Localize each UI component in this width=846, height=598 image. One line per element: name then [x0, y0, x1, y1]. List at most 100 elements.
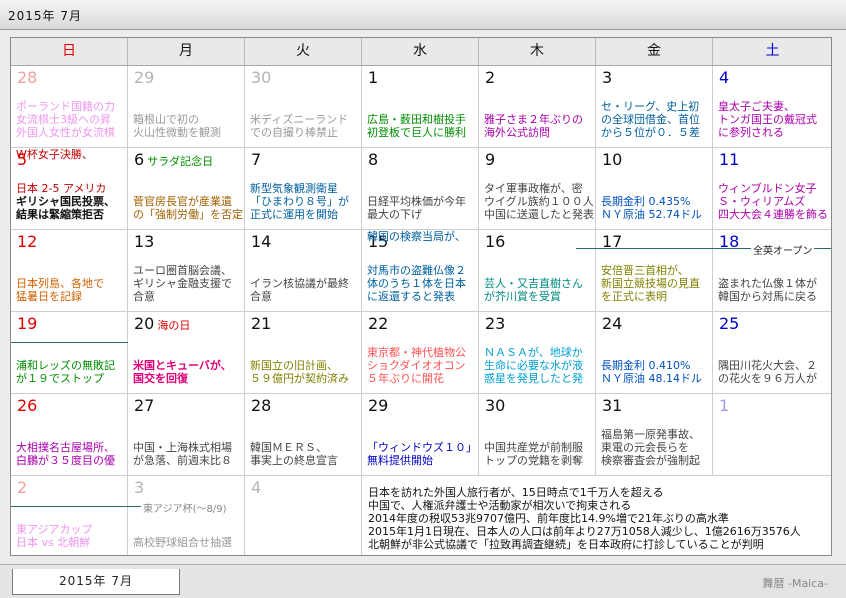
day-number: 28: [251, 396, 271, 416]
day-number-text: 28: [251, 396, 272, 415]
day-number-text: 6: [134, 150, 145, 169]
event-text: 合意: [250, 290, 272, 303]
day-number: 9: [485, 150, 495, 170]
day-number: 18: [719, 232, 739, 252]
day-number: 17: [602, 232, 622, 252]
day-cell[interactable]: 22 東京都・神代植物公 ショクダイオオコン ５年ぶりに開花: [362, 312, 479, 394]
event-text: 高校野球組合せ抽選: [133, 536, 232, 549]
day-cell[interactable]: 12 日本列島、各地で 猛暑日を記録: [11, 230, 128, 312]
event-text: 体のうち１体を日本: [367, 277, 466, 290]
day-cell[interactable]: 30 米ディズニーランド での自撮り棒禁止: [245, 66, 362, 148]
day-number-text: 19: [17, 314, 38, 333]
day-cell[interactable]: 2 雅子さま２年ぶりの 海外公式訪問: [479, 66, 596, 148]
event-text: 最大の下げ: [367, 208, 422, 221]
day-cell[interactable]: 21 新国立の旧計画、 ５９億円が契約済み: [245, 312, 362, 394]
event-text: 盗まれた仏像１体が: [718, 277, 817, 290]
day-number: 21: [251, 314, 271, 334]
event-text: 長期金利 0.410%: [601, 359, 691, 372]
day-cell[interactable]: 29 箱根山で初の 火山性微動を観測: [128, 66, 245, 148]
event-text: 韓国ＭＥＲＳ、: [250, 441, 327, 454]
day-number: 25: [719, 314, 739, 334]
day-number-text: 8: [368, 150, 379, 169]
day-cell[interactable]: 27 中国・上海株式相場 が急落、前週末比８: [128, 394, 245, 476]
day-number: 19: [17, 314, 37, 334]
day-number-text: 21: [251, 314, 272, 333]
day-cell[interactable]: 26 大相撲名古屋場所、 白鵬が３５度目の優: [11, 394, 128, 476]
day-cell[interactable]: 23 ＮＡＳＡが、地球か 生命に必要な水が液 惑星を発見したと発: [479, 312, 596, 394]
event-text: での自撮り棒禁止: [250, 126, 338, 139]
weekday-header: 木: [479, 38, 596, 66]
day-cell[interactable]: 9 タイ軍事政権が、密 ウイグル族約１００人 中国に送還したと発表: [479, 148, 596, 230]
day-cell[interactable]: 24 長期金利 0.410% ＮＹ原油 48.14ドル: [596, 312, 713, 394]
day-cell[interactable]: 6 サラダ記念日 菅官房長官が産業遺 の「強制労働」を否定: [128, 148, 245, 230]
day-cell[interactable]: 4 皇太子ご夫妻、 トンガ国王の戴冠式 に参列される: [713, 66, 831, 148]
event-text: ショクダイオオコン: [367, 359, 466, 372]
day-number: 6 サラダ記念日: [134, 150, 213, 172]
event-text: 中国に送還したと発表: [484, 208, 594, 221]
day-cell[interactable]: 8 日経平均株価が今年 最大の下げ: [362, 148, 479, 230]
day-cell[interactable]: 30 中国共産党が前制服 トップの党籍を剥奪: [479, 394, 596, 476]
event-span-label: 東アジア杯(～8/9): [141, 500, 229, 515]
event-text: から５位が０．５差: [601, 126, 700, 139]
event-text: 雅子さま２年ぶりの: [484, 113, 583, 126]
day-number-text: 31: [602, 396, 623, 415]
event-text: W杯女子決勝、: [16, 148, 93, 161]
weekday-header: 水: [362, 38, 479, 66]
day-cell[interactable]: 13 ユーロ圏首脳会議、 ギリシャ金融支援で 合意: [128, 230, 245, 312]
event-text: が芥川賞を受賞: [484, 290, 561, 303]
event-text: 浦和レッズの無敗記: [16, 359, 115, 372]
event-text: 皇太子ご夫妻、: [718, 100, 795, 113]
event-text: 合意: [133, 290, 155, 303]
news-item: 中国で、人権派弁護士や活動家が相次いで拘束される: [368, 499, 632, 512]
day-cell[interactable]: 11 ウィンブルドン女子 Ｓ・ウィリアムズ 四大大会４連勝を飾る: [713, 148, 831, 230]
day-cell[interactable]: 16 芸人・又吉直樹さん が芥川賞を受賞: [479, 230, 596, 312]
day-cell[interactable]: 25 隅田川花火大会、２ の花火を９６万人が: [713, 312, 831, 394]
day-cell[interactable]: 3 高校野球組合せ抽選: [128, 476, 245, 555]
event-text: 中国・上海株式相場: [133, 441, 232, 454]
event-text: セ・リーグ、史上初: [601, 100, 700, 113]
event-text: の全球団借金、首位: [601, 113, 700, 126]
day-number: 24: [602, 314, 622, 334]
day-cell[interactable]: 19 浦和レッズの無敗記 が１９でストップ: [11, 312, 128, 394]
day-cell[interactable]: 4: [245, 476, 362, 555]
day-number: 13: [134, 232, 154, 252]
day-cell[interactable]: 2 東アジアカップ 日本 vs 北朝鮮: [11, 476, 128, 555]
day-cell[interactable]: 5 W杯女子決勝、 日本 2-5 アメリカ ギリシャ国民投票、 結果は緊縮策拒否: [11, 148, 128, 230]
day-cell[interactable]: 29 「ウィンドウズ１０」 無料提供開始: [362, 394, 479, 476]
day-number-text: 23: [485, 314, 506, 333]
weekday-header: 月: [128, 38, 245, 66]
event-text: が急落、前週末比８: [133, 454, 232, 467]
day-cell[interactable]: 1: [713, 394, 831, 476]
event-text: 「ウィンドウズ１０」: [367, 441, 477, 454]
event-text: 日本 2-5 アメリカ: [16, 182, 107, 195]
day-cell[interactable]: 14 イラン核協議が最終 合意: [245, 230, 362, 312]
day-number-text: 29: [134, 68, 155, 87]
day-number-text: 7: [251, 150, 262, 169]
day-cell[interactable]: 3 セ・リーグ、史上初 の全球団借金、首位 から５位が０．５差: [596, 66, 713, 148]
day-number: 29: [134, 68, 154, 88]
day-cell[interactable]: 15 韓国の検察当局が、 対馬市の盗難仏像２ 体のうち１体を日本 に返還すると発表: [362, 230, 479, 312]
event-text: 新型気象観測衛星: [250, 182, 338, 195]
day-cell[interactable]: 28 ポーランド国籍の力 女流棋士3級への昇 外国人女性が女流棋: [11, 66, 128, 148]
day-cell[interactable]: 17 安倍晋三首相が、 新国立競技場の見直 を正式に表明: [596, 230, 713, 312]
month-tab[interactable]: 2015年 7月: [12, 569, 180, 595]
day-cell[interactable]: 31 福島第一原発事故、 東電の元会長らを 検察審査会が強制起: [596, 394, 713, 476]
day-number-text: 25: [719, 314, 740, 333]
event-span-line: [11, 506, 149, 507]
event-text: 新国立の旧計画、: [250, 359, 338, 372]
day-cell[interactable]: 20 海の日 米国とキューバが、 国交を回復: [128, 312, 245, 394]
day-cell[interactable]: 28 韓国ＭＥＲＳ、 事実上の終息宣言: [245, 394, 362, 476]
day-number: 30: [251, 68, 271, 88]
event-text: 生命に必要な水が液: [484, 359, 583, 372]
event-text: 隅田川花火大会、２: [718, 359, 817, 372]
day-cell[interactable]: 7 新型気象観測衛星 「ひまわり８号」が 正式に運用を開始: [245, 148, 362, 230]
news-item: 日本を訪れた外国人旅行者が、15日時点で1千万人を超える: [368, 486, 664, 499]
weekday-header: 金: [596, 38, 713, 66]
event-text: を正式に表明: [601, 290, 667, 303]
event-text: 東アジアカップ: [16, 523, 93, 536]
event-text: 日経平均株価が今年: [367, 195, 466, 208]
event-text: ポーランド国籍の力: [16, 100, 115, 113]
event-span-label: 全英オープン: [751, 242, 815, 257]
day-cell[interactable]: 1 広島・薮田和樹投手 初登板で巨人に勝利: [362, 66, 479, 148]
day-cell[interactable]: 10 長期金利 0.435% ＮＹ原油 52.74ドル: [596, 148, 713, 230]
